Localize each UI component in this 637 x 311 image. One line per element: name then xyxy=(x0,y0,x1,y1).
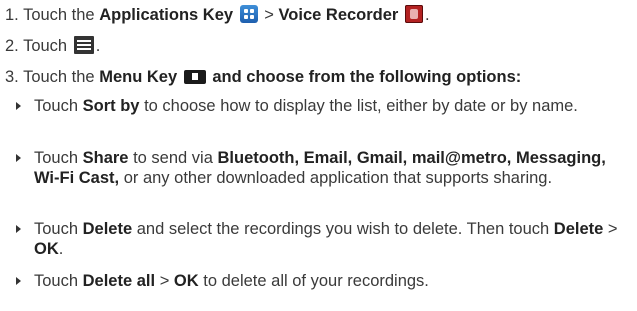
step-number: 1. xyxy=(5,6,19,24)
bullet-delete: Touch Delete and select the recordings y… xyxy=(16,219,631,259)
step-number: 3. xyxy=(5,68,19,86)
bullet-arrow-icon xyxy=(16,225,21,233)
voice-recorder-label: Voice Recorder xyxy=(278,6,399,24)
bullet-arrow-icon xyxy=(16,277,21,285)
bullet-delete-all: Touch Delete all > OK to delete all of y… xyxy=(16,271,631,291)
bullet-pre: Touch xyxy=(34,97,79,115)
bullet-pre: Touch xyxy=(34,272,79,290)
step-2: 2. Touch . xyxy=(5,36,100,56)
ok-label: OK xyxy=(173,272,199,290)
period: . xyxy=(58,240,64,258)
delete-label: Delete xyxy=(82,220,133,238)
applications-key-label: Applications Key xyxy=(99,6,234,24)
applications-grid-icon xyxy=(239,5,258,23)
step-3-rest: and choose from the following options: xyxy=(212,68,522,86)
voice-recorder-icon xyxy=(404,5,423,23)
delete-label-2: Delete xyxy=(553,220,604,238)
step-text: Touch the xyxy=(23,68,95,86)
bullet-mid: to send via xyxy=(133,149,213,167)
step-text: Touch the xyxy=(23,6,95,24)
share-label: Share xyxy=(82,149,129,167)
bullet-text: Touch Sort by to choose how to display t… xyxy=(34,96,631,116)
bullet-share: Touch Share to send via Bluetooth, Email… xyxy=(16,148,631,188)
ok-label: OK xyxy=(34,240,59,258)
step-3: 3. Touch the Menu Key and choose from th… xyxy=(5,67,521,87)
menu-key-label: Menu Key xyxy=(99,68,178,86)
period: . xyxy=(424,6,430,24)
bullet-pre: Touch xyxy=(34,149,79,167)
bullet-arrow-icon xyxy=(16,154,21,162)
delete-all-label: Delete all xyxy=(82,272,156,290)
bullet-mid: and select the recordings you wish to de… xyxy=(136,220,550,238)
bullet-post: to delete all of your recordings. xyxy=(203,272,429,290)
bullet-arrow-icon xyxy=(16,102,21,110)
menu-key-icon xyxy=(183,70,206,84)
step-1: 1. Touch the Applications Key > Voice Re… xyxy=(5,5,430,25)
separator: > xyxy=(159,272,170,290)
bullet-text: Touch Delete and select the recordings y… xyxy=(34,219,631,259)
separator: > xyxy=(264,6,274,24)
list-icon xyxy=(73,36,94,54)
bullet-pre: Touch xyxy=(34,220,79,238)
step-text: Touch xyxy=(23,37,68,55)
bullet-post: or any other downloaded application that… xyxy=(123,169,553,187)
separator: > xyxy=(607,220,618,238)
step-number: 2. xyxy=(5,37,19,55)
period: . xyxy=(95,37,101,55)
bullet-post: to choose how to display the list, eithe… xyxy=(144,97,578,115)
bullet-text: Touch Delete all > OK to delete all of y… xyxy=(34,271,631,291)
bullet-text: Touch Share to send via Bluetooth, Email… xyxy=(34,148,631,188)
sort-by-label: Sort by xyxy=(82,97,140,115)
bullet-sort-by: Touch Sort by to choose how to display t… xyxy=(16,96,631,116)
